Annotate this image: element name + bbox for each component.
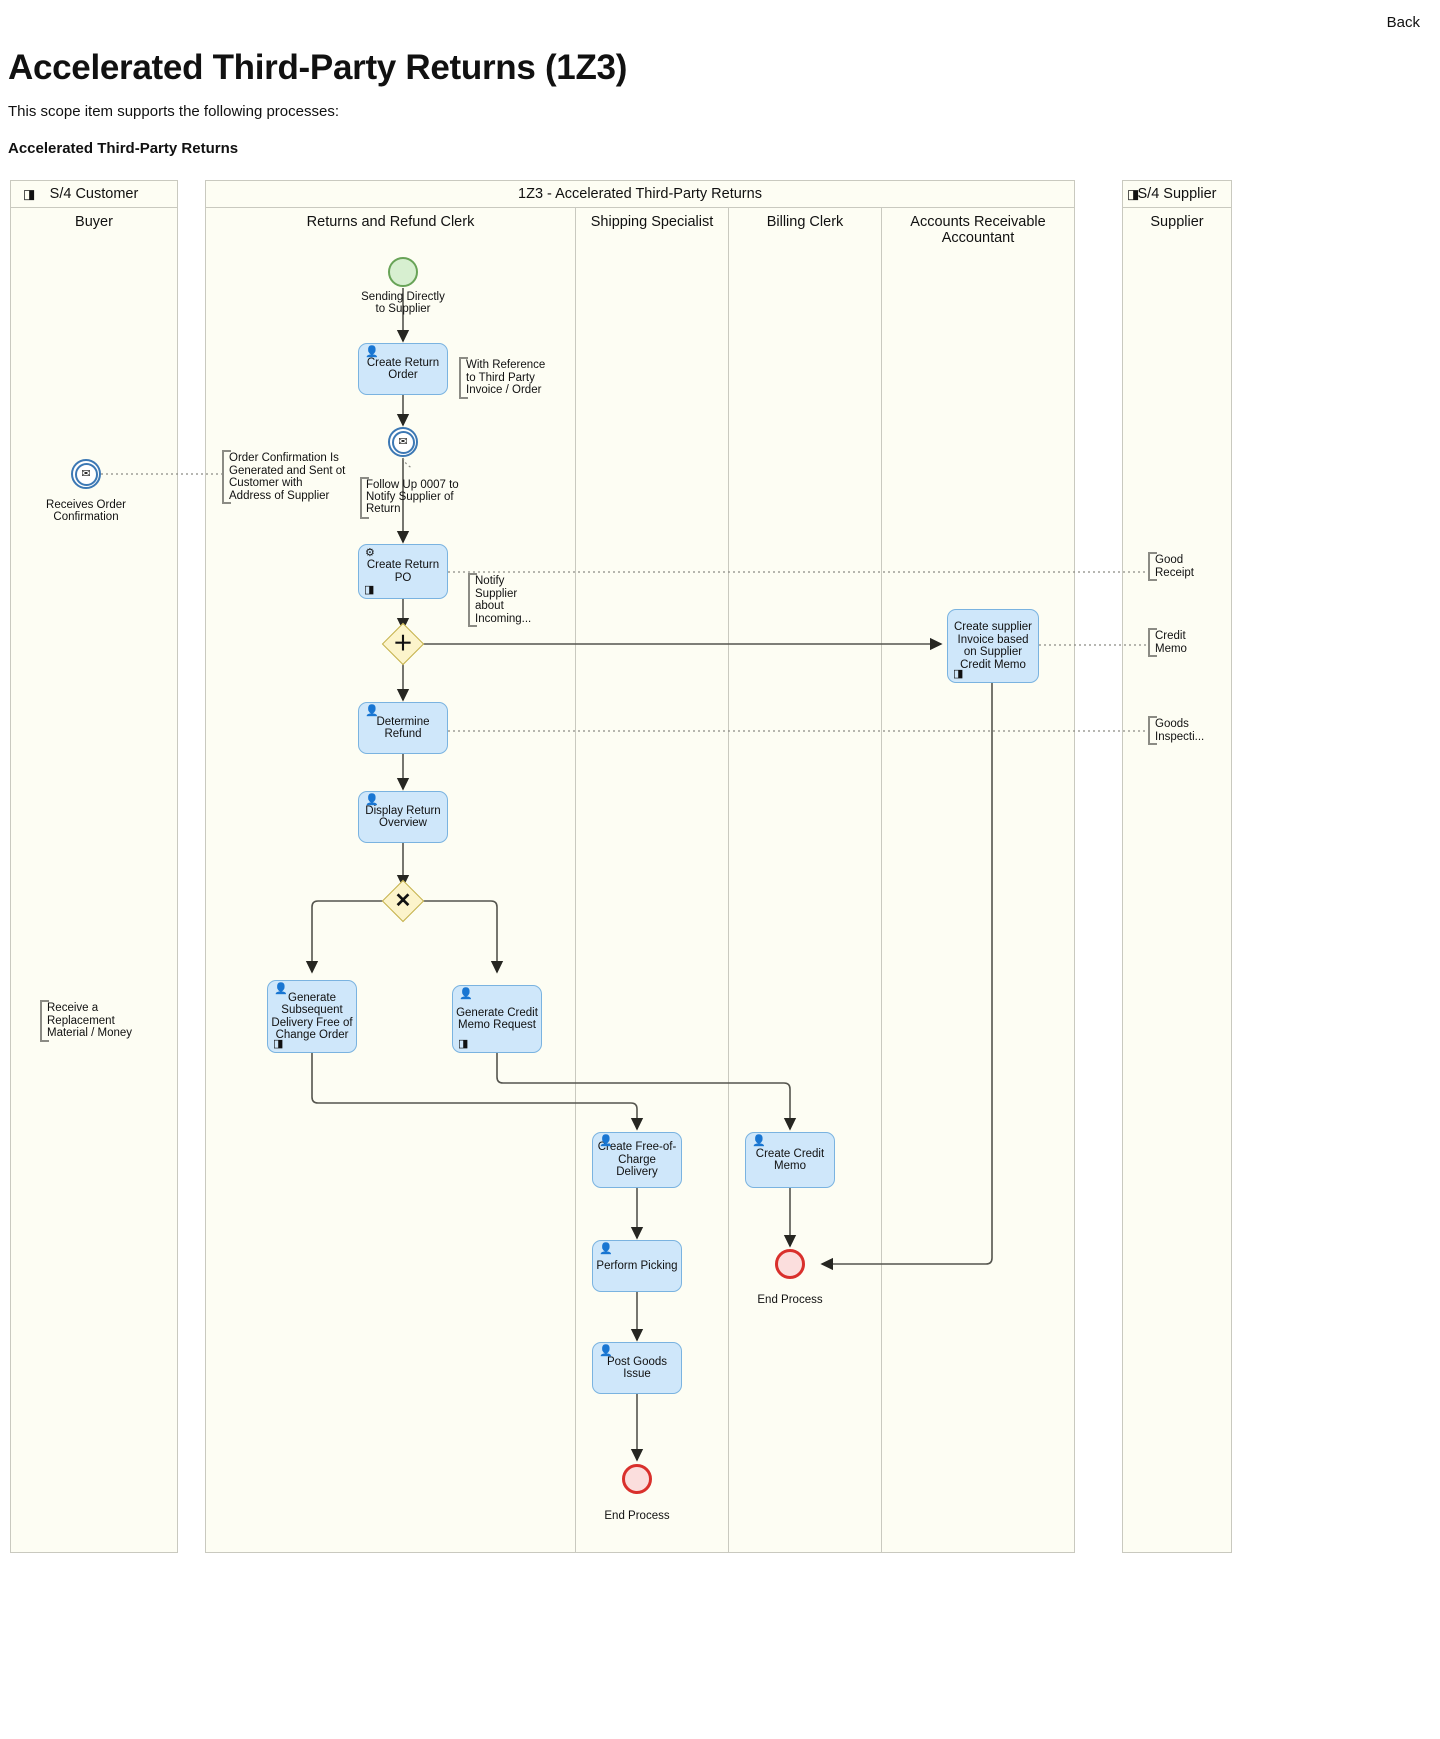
- task-create-credit-memo[interactable]: 👤 Create Credit Memo: [745, 1132, 835, 1188]
- task-label: Generate Subsequent Delivery Free of Cha…: [271, 991, 353, 1042]
- end-event-shipping-label: End Process: [604, 1510, 670, 1522]
- end-event-shipping[interactable]: [622, 1464, 652, 1494]
- customer-receive-label: Receives Order Confirmation: [46, 499, 126, 523]
- task-label: Create supplier Invoice based on Supplie…: [954, 621, 1032, 671]
- note-with-reference: With Reference to Third Party Invoice / …: [459, 357, 551, 399]
- task-label: Display Return Overview: [365, 804, 441, 830]
- service-task-icon: ⚙: [365, 547, 375, 559]
- message-associations: [101, 457, 1148, 732]
- task-create-supplier-invoice[interactable]: Create supplier Invoice based on Supplie…: [947, 609, 1039, 683]
- task-generate-subsequent-delivery[interactable]: 👤 Generate Subsequent Delivery Free of C…: [267, 980, 357, 1053]
- user-task-icon: 👤: [599, 1135, 613, 1147]
- message-event-label: Follow Up 0007 to Notify Supplier of Ret…: [366, 479, 459, 515]
- user-task-icon: 👤: [365, 705, 379, 717]
- end-event-billing[interactable]: [775, 1249, 805, 1279]
- doc-marker-icon: ◨: [953, 668, 964, 680]
- doc-marker-icon: ◨: [458, 1038, 469, 1050]
- customer-receive-message-event[interactable]: ✉: [71, 459, 101, 489]
- note-credit-memo: Credit Memo: [1148, 628, 1206, 657]
- intermediate-message-event[interactable]: ✉: [388, 427, 418, 457]
- note-follow-up-bracket: [360, 477, 369, 519]
- task-generate-credit-memo-request[interactable]: 👤 Generate Credit Memo Request ◨: [452, 985, 542, 1053]
- page-root: Back Accelerated Third-Party Returns (1Z…: [0, 0, 1440, 1739]
- task-create-return-order[interactable]: 👤 Create Return Order: [358, 343, 448, 395]
- user-task-icon: 👤: [599, 1345, 613, 1357]
- task-label: Determine Refund: [376, 715, 430, 741]
- user-task-icon: 👤: [274, 983, 288, 995]
- user-task-icon: 👤: [752, 1135, 766, 1147]
- task-label: Generate Credit Memo Request: [456, 1006, 538, 1032]
- user-task-icon: 👤: [599, 1243, 613, 1255]
- note-receive-replacement: Receive a Replacement Material / Money: [40, 1000, 135, 1042]
- end-event-billing-label: End Process: [757, 1294, 823, 1306]
- exclusive-gateway-icon: ✕: [394, 890, 412, 912]
- doc-marker-icon: ◨: [273, 1038, 284, 1050]
- task-perform-picking[interactable]: 👤 Perform Picking: [592, 1240, 682, 1292]
- parallel-gateway-icon: ＋: [393, 633, 413, 655]
- doc-marker-icon: ◨: [364, 584, 375, 596]
- task-create-return-po[interactable]: ⚙ Create Return PO ◨: [358, 544, 448, 599]
- task-post-goods-issue[interactable]: 👤 Post Goods Issue: [592, 1342, 682, 1394]
- note-goods-inspection: Goods Inspecti...: [1148, 716, 1206, 745]
- note-order-confirmation: Order Confirmation Is Generated and Sent…: [222, 450, 348, 504]
- start-event-label: Sending Directly to Supplier: [361, 291, 445, 315]
- task-display-return-overview[interactable]: 👤 Display Return Overview: [358, 791, 448, 843]
- note-good-receipt: Good Receipt: [1148, 552, 1206, 581]
- note-notify-supplier-incoming: Notify Supplier about Incoming...: [468, 573, 550, 627]
- user-task-icon: 👤: [365, 346, 379, 358]
- user-task-icon: 👤: [365, 794, 379, 806]
- task-create-foc-delivery[interactable]: 👤 Create Free-of-Charge Delivery: [592, 1132, 682, 1188]
- task-label: Perform Picking: [596, 1259, 678, 1272]
- user-task-icon: 👤: [459, 988, 473, 1000]
- task-label: Create Return PO: [366, 559, 440, 584]
- envelope-icon: ✉: [74, 462, 98, 486]
- task-label: Create Return Order: [366, 356, 440, 382]
- task-determine-refund[interactable]: 👤 Determine Refund: [358, 702, 448, 754]
- start-event[interactable]: [388, 257, 418, 287]
- envelope-icon: ✉: [391, 430, 415, 454]
- task-label: Post Goods Issue: [606, 1355, 668, 1381]
- task-label: Create Credit Memo: [755, 1147, 825, 1173]
